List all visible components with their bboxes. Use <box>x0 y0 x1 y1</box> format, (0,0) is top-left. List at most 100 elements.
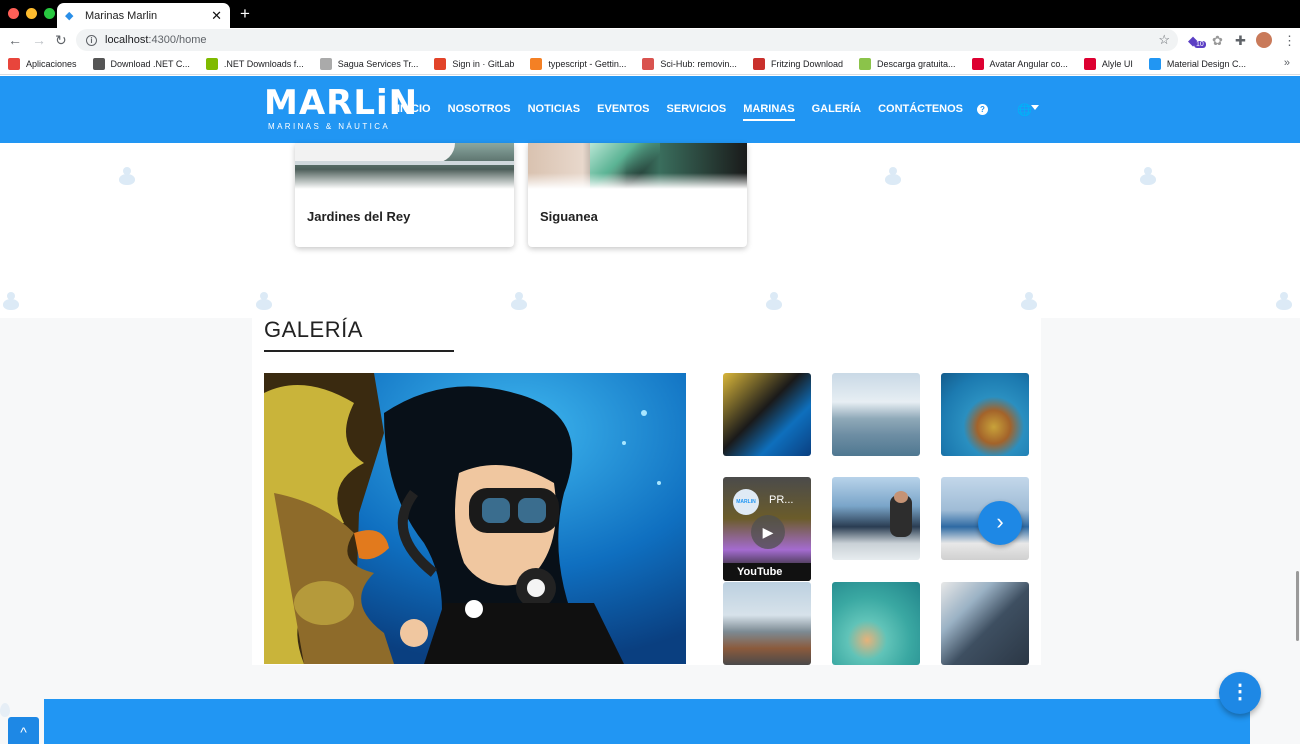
nav-item-eventos[interactable]: EVENTOS <box>597 103 649 121</box>
marina-card-title: Jardines del Rey <box>307 209 411 224</box>
chevron-down-icon[interactable] <box>1031 105 1039 110</box>
tab-favicon-icon: ◆ <box>65 9 74 22</box>
paw-decoration <box>116 167 138 185</box>
bookmark-label: Sagua Services Tr... <box>337 58 419 69</box>
nav-item-servicios[interactable]: SERVICIOS <box>667 103 727 121</box>
bookmark-favicon-icon <box>752 57 765 70</box>
bookmark-label: Sign in · GitLab <box>452 58 515 69</box>
paw-decoration <box>882 167 904 185</box>
gallery-thumbnail[interactable] <box>832 582 920 665</box>
nav-item-noticias[interactable]: NOTICIAS <box>528 103 581 121</box>
profile-avatar[interactable] <box>1256 32 1272 48</box>
new-tab-button[interactable]: + <box>240 4 250 24</box>
bookmark-favicon-icon <box>1148 57 1161 70</box>
browser-tab[interactable]: ◆ Marinas Marlin ✕ <box>57 3 230 28</box>
bookmark-item[interactable]: Alyle UI <box>1083 57 1133 70</box>
gallery-thumbnail[interactable] <box>832 477 920 560</box>
logo-subtitle: MARINAS & NÁUTICA <box>268 122 391 131</box>
marina-card-image <box>295 143 514 189</box>
logo-word: MARLiN <box>264 83 419 123</box>
web-page: MARLiN MARINAS & NÁUTICA INICIO NOSOTROS N… <box>0 76 1300 744</box>
bookmark-label: Aplicaciones <box>26 58 77 69</box>
nav-item-inicio[interactable]: INICIO <box>397 103 431 121</box>
nav-item-contactenos[interactable]: CONTÁCTENOS <box>878 103 963 121</box>
video-channel-avatar: MARLIN <box>733 489 759 515</box>
bookmark-favicon-icon <box>92 57 105 70</box>
back-icon[interactable]: ← <box>8 32 22 48</box>
bookmark-label: typescript - Gettin... <box>548 58 627 69</box>
maximize-window-icon[interactable] <box>44 8 55 19</box>
video-thumbnail[interactable]: MARLIN PR... ▶ YouTube <box>723 477 811 581</box>
page-scrollbar-thumb[interactable] <box>1296 571 1299 641</box>
gallery-thumbnail[interactable] <box>941 582 1029 665</box>
bookmark-item[interactable]: Download .NET C... <box>92 57 190 70</box>
tab-title: Marinas Marlin <box>85 9 158 22</box>
bookmark-favicon-icon <box>971 57 984 70</box>
bookmarks-bar: Aplicaciones Download .NET C... .NET Downl… <box>0 53 1300 75</box>
bookmark-label: Alyle UI <box>1101 58 1133 69</box>
gallery-thumbnail[interactable] <box>832 373 920 456</box>
globe-icon[interactable]: 🌐 <box>1017 103 1032 117</box>
gallery-title-underline <box>264 350 454 352</box>
bookmark-favicon-icon <box>530 57 543 70</box>
bookmark-item[interactable]: Sign in · GitLab <box>434 57 515 70</box>
bookmark-item[interactable]: Aplicaciones <box>8 57 77 70</box>
help-icon[interactable]: ? <box>977 104 988 115</box>
paw-decoration <box>253 292 275 310</box>
browser-menu-icon[interactable]: ⋮ <box>1283 33 1296 49</box>
site-info-icon[interactable]: i <box>86 34 97 46</box>
bookmark-label: Fritzing Download <box>770 58 843 69</box>
paw-decoration <box>508 292 530 310</box>
main-nav: INICIO NOSOTROS NOTICIAS EVENTOS SERVICIOS MA… <box>397 103 980 121</box>
bookmark-item[interactable]: Sci-Hub: removin... <box>642 57 737 70</box>
bookmark-label: Descarga gratuita... <box>876 58 956 69</box>
nav-item-marinas[interactable]: MARINAS <box>743 103 795 121</box>
bookmark-item[interactable]: Avatar Angular co... <box>971 57 1068 70</box>
marina-card-image <box>528 143 747 189</box>
bookmark-star-icon[interactable]: ☆ <box>1158 32 1170 48</box>
diver-photo <box>264 373 686 664</box>
site-header: MARLiN MARINAS & NÁUTICA INICIO NOSOTROS N… <box>0 76 1300 143</box>
window-controls <box>8 8 55 19</box>
marina-card[interactable]: Jardines del Rey <box>295 143 514 247</box>
bookmark-favicon-icon <box>8 57 20 70</box>
bookmark-item[interactable]: .NET Downloads f... <box>205 57 304 70</box>
url-host: localhost <box>105 34 149 46</box>
site-logo[interactable]: MARLiN MARINAS & NÁUTICA <box>264 86 418 131</box>
close-window-icon[interactable] <box>8 8 19 19</box>
gallery-thumbnail[interactable] <box>723 582 811 665</box>
bookmark-favicon-icon <box>642 57 655 70</box>
nav-item-galeria[interactable]: GALERÍA <box>812 103 862 121</box>
forward-icon[interactable]: → <box>32 32 46 48</box>
bookmark-label: Download .NET C... <box>110 58 190 69</box>
minimize-window-icon[interactable] <box>26 8 37 19</box>
address-bar[interactable]: i localhost:4300/home ☆ <box>76 29 1178 51</box>
extension-badge: 10 <box>1194 41 1206 48</box>
reload-icon[interactable]: ↻ <box>55 32 67 49</box>
gallery-thumbnail[interactable] <box>723 373 811 456</box>
scroll-to-top-button[interactable]: ^ <box>8 717 39 744</box>
bookmark-item[interactable]: Material Design C... <box>1148 57 1246 70</box>
gallery-thumbnail[interactable] <box>941 373 1029 456</box>
ghost-extension-icon[interactable]: ✿ <box>1212 33 1223 49</box>
bookmark-item[interactable]: Fritzing Download <box>752 57 843 70</box>
puzzle-icon[interactable]: ✚ <box>1235 33 1246 49</box>
tab-close-icon[interactable]: ✕ <box>211 8 222 24</box>
bookmark-label: .NET Downloads f... <box>223 58 304 69</box>
gallery-main-image[interactable] <box>264 373 686 664</box>
marina-card[interactable]: Siguanea <box>528 143 747 247</box>
nav-item-nosotros[interactable]: NOSOTROS <box>448 103 511 121</box>
bookmark-favicon-icon <box>858 57 871 70</box>
bookmark-favicon-icon <box>205 57 218 70</box>
video-title: PR... <box>769 494 794 506</box>
paw-decoration <box>1273 292 1295 310</box>
fab-menu-button[interactable]: ⋮ <box>1219 672 1261 714</box>
footer-band <box>44 699 1250 744</box>
play-icon[interactable]: ▶ <box>751 515 785 549</box>
bookmark-item[interactable]: typescript - Gettin... <box>530 57 627 70</box>
bookmark-item[interactable]: Sagua Services Tr... <box>319 57 419 70</box>
browser-toolbar: ← → ↻ i localhost:4300/home ☆ ◆ 10 ✿ ✚ ⋮ <box>0 28 1300 53</box>
bookmark-item[interactable]: Descarga gratuita... <box>858 57 956 70</box>
bookmarks-overflow-icon[interactable]: » <box>1284 57 1290 69</box>
gallery-next-button[interactable]: › <box>978 501 1022 545</box>
